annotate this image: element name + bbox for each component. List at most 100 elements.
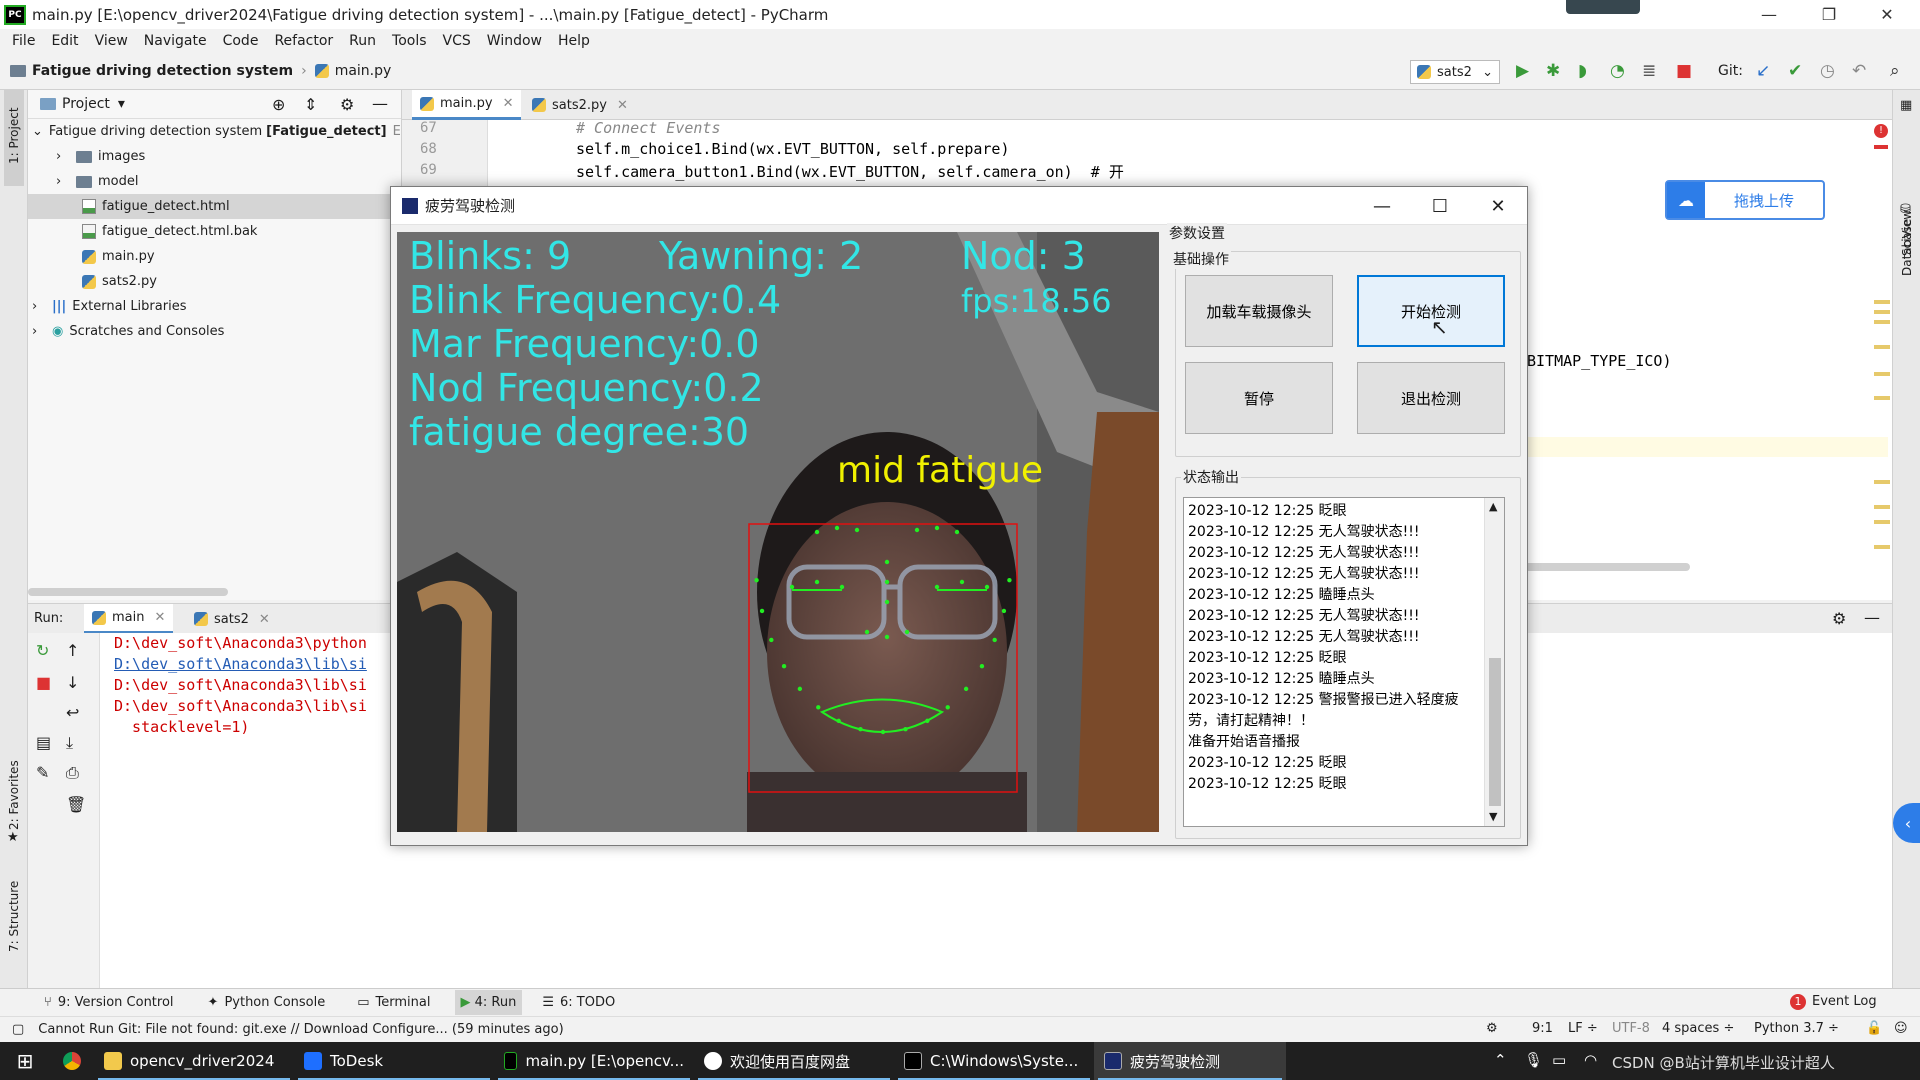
warning-stripe[interactable] [1874, 396, 1890, 400]
taskbar-pycharm[interactable]: main.py [E:\opencv... [494, 1042, 694, 1080]
debug-icon[interactable]: ✱ [1546, 62, 1560, 80]
menu-refactor[interactable]: Refactor [274, 33, 333, 49]
ide-close-button[interactable]: ✕ [1864, 0, 1910, 29]
git-rollback-icon[interactable]: ↶ [1852, 62, 1866, 80]
ide-minimize-button[interactable]: — [1746, 0, 1792, 29]
tree-item-scratches[interactable]: › ◉ Scratches and Consoles [28, 319, 401, 344]
event-log-button[interactable]: Event Log [1812, 994, 1877, 1009]
tool-tab-run[interactable]: ▶ 4: Run [454, 990, 523, 1015]
gear-icon[interactable]: ⚙ [1832, 609, 1846, 628]
ide-restore-button[interactable]: ❐ [1806, 0, 1852, 29]
warning-stripe[interactable] [1874, 320, 1890, 324]
project-panel-title[interactable]: Project [62, 96, 110, 112]
tool-tab-todo[interactable]: 6: TODO [560, 995, 615, 1010]
menu-view[interactable]: View [95, 33, 128, 49]
error-indicator-icon[interactable]: ! [1874, 124, 1888, 138]
wifi-icon[interactable]: ◠ [1584, 1051, 1597, 1069]
tree-item-sats2-py[interactable]: sats2.py [28, 269, 401, 294]
indent-setting[interactable]: 4 spaces ÷ [1662, 1021, 1734, 1036]
status-gear-icon[interactable]: ⚙ [1486, 1021, 1498, 1036]
console-link[interactable]: D:\dev_soft\Anaconda3\lib\si [114, 655, 367, 673]
microphone-icon[interactable]: 🎙 [1524, 1051, 1543, 1069]
tree-item-images[interactable]: › images [28, 144, 401, 169]
git-commit-icon[interactable]: ✔ [1788, 62, 1802, 80]
menu-edit[interactable]: Edit [51, 33, 78, 49]
pause-button[interactable]: 暂停 [1185, 362, 1333, 434]
warning-stripe[interactable] [1874, 505, 1890, 509]
print-icon[interactable]: ⎙ [66, 763, 79, 783]
project-hscrollbar[interactable] [28, 588, 228, 596]
soft-wrap-icon[interactable]: ↩ [66, 703, 79, 722]
breadcrumb-project[interactable]: Fatigue driving detection system [32, 63, 293, 79]
locate-icon[interactable]: ⊕ [272, 95, 285, 114]
layout-icon[interactable]: ▤ [36, 733, 51, 752]
arrow-down-icon[interactable]: ↓ [66, 673, 79, 692]
run-icon[interactable]: ▶ [1516, 62, 1529, 80]
close-icon[interactable]: ✕ [617, 98, 628, 113]
menu-help[interactable]: Help [558, 33, 590, 49]
warning-stripe[interactable] [1874, 372, 1890, 376]
status-toggle-icon[interactable]: ▢ [12, 1022, 24, 1037]
menu-tools[interactable]: Tools [392, 33, 427, 49]
inspection-icon[interactable]: ☺ [1894, 1021, 1908, 1036]
profile-icon[interactable]: ◔ [1610, 62, 1625, 80]
run-tab-main[interactable]: main ✕ [84, 604, 174, 634]
breadcrumb-file[interactable]: main.py [335, 63, 392, 79]
structure-tool-label[interactable]: 7: Structure [7, 881, 21, 952]
menu-navigate[interactable]: Navigate [144, 33, 207, 49]
database-tool-label[interactable]: Database [1900, 219, 1914, 276]
menu-file[interactable]: File [12, 33, 35, 49]
app-close-button[interactable]: ✕ [1469, 187, 1527, 225]
search-icon[interactable]: ⌕ [1890, 62, 1900, 80]
log-scroll-thumb[interactable] [1489, 658, 1501, 806]
taskbar-chrome[interactable] [50, 1042, 94, 1080]
tool-tab-version-control[interactable]: 9: Version Control [58, 995, 174, 1010]
hide-panel-icon[interactable]: — [372, 94, 388, 113]
warning-stripe[interactable] [1874, 520, 1890, 524]
taskbar-fatigue-app[interactable]: 疲劳驾驶检测 [1094, 1042, 1286, 1080]
lock-icon[interactable]: 🔓 [1866, 1021, 1882, 1036]
python-interpreter[interactable]: Python 3.7 ÷ [1754, 1021, 1839, 1036]
chevron-down-icon[interactable]: ▾ [118, 96, 125, 112]
gear-icon[interactable]: ⚙ [340, 95, 354, 114]
taskbar-explorer[interactable]: opencv_driver2024 [94, 1042, 294, 1080]
app-maximize-button[interactable]: ☐ [1411, 187, 1469, 225]
warning-stripe[interactable] [1874, 300, 1890, 304]
menu-vcs[interactable]: VCS [443, 33, 471, 49]
tree-item-model[interactable]: › model [28, 169, 401, 194]
git-update-icon[interactable]: ↙ [1756, 62, 1770, 80]
cursor-position[interactable]: 9:1 [1532, 1021, 1553, 1036]
log-scrollbar[interactable]: ▲ ▼ [1484, 498, 1504, 826]
menu-code[interactable]: Code [223, 33, 259, 49]
tree-item-root[interactable]: ⌄ Fatigue driving detection system [Fati… [28, 119, 405, 144]
run-config-select[interactable]: sats2 ⌄ [1410, 60, 1500, 84]
hide-panel-icon[interactable]: — [1864, 608, 1880, 627]
tree-item-fatigue-detect-bak[interactable]: fatigue_detect.html.bak [28, 219, 401, 244]
error-stripe[interactable] [1874, 145, 1888, 149]
scroll-down-icon[interactable]: ▼ [1489, 810, 1497, 823]
editor-hscrollbar[interactable] [1520, 563, 1690, 571]
menu-run[interactable]: Run [349, 33, 376, 49]
menu-window[interactable]: Window [487, 33, 542, 49]
warning-stripe[interactable] [1874, 545, 1890, 549]
arrow-up-icon[interactable]: ↑ [66, 641, 79, 660]
taskbar-baidu-netdisk[interactable]: 欢迎使用百度网盘 [694, 1042, 894, 1080]
app-minimize-button[interactable]: — [1353, 187, 1411, 225]
coverage-icon[interactable]: ◗ [1578, 62, 1587, 80]
run-tab-sats2[interactable]: sats2 ✕ [186, 604, 278, 634]
pin-icon[interactable]: ✎ [36, 763, 49, 782]
warning-stripe[interactable] [1874, 480, 1890, 484]
tree-item-external-libraries[interactable]: › ||| External Libraries [28, 294, 401, 319]
collapse-all-icon[interactable]: ⇕ [304, 95, 317, 114]
close-icon[interactable]: ✕ [259, 612, 270, 627]
trash-icon[interactable]: 🗑 [66, 795, 86, 814]
taskbar-cmd[interactable]: C:\Windows\Syste... [894, 1042, 1094, 1080]
stop-icon[interactable]: ■ [1676, 62, 1692, 80]
warning-stripe[interactable] [1874, 310, 1890, 314]
taskbar-todesk[interactable]: ToDesk [294, 1042, 494, 1080]
battery-icon[interactable]: ▭ [1552, 1051, 1566, 1069]
load-camera-button[interactable]: 加载车载摄像头 [1185, 275, 1333, 347]
tab-main-py[interactable]: main.py ✕ [412, 90, 522, 120]
stop-icon[interactable]: ■ [36, 673, 51, 692]
tool-tab-python-console[interactable]: Python Console [224, 995, 325, 1010]
